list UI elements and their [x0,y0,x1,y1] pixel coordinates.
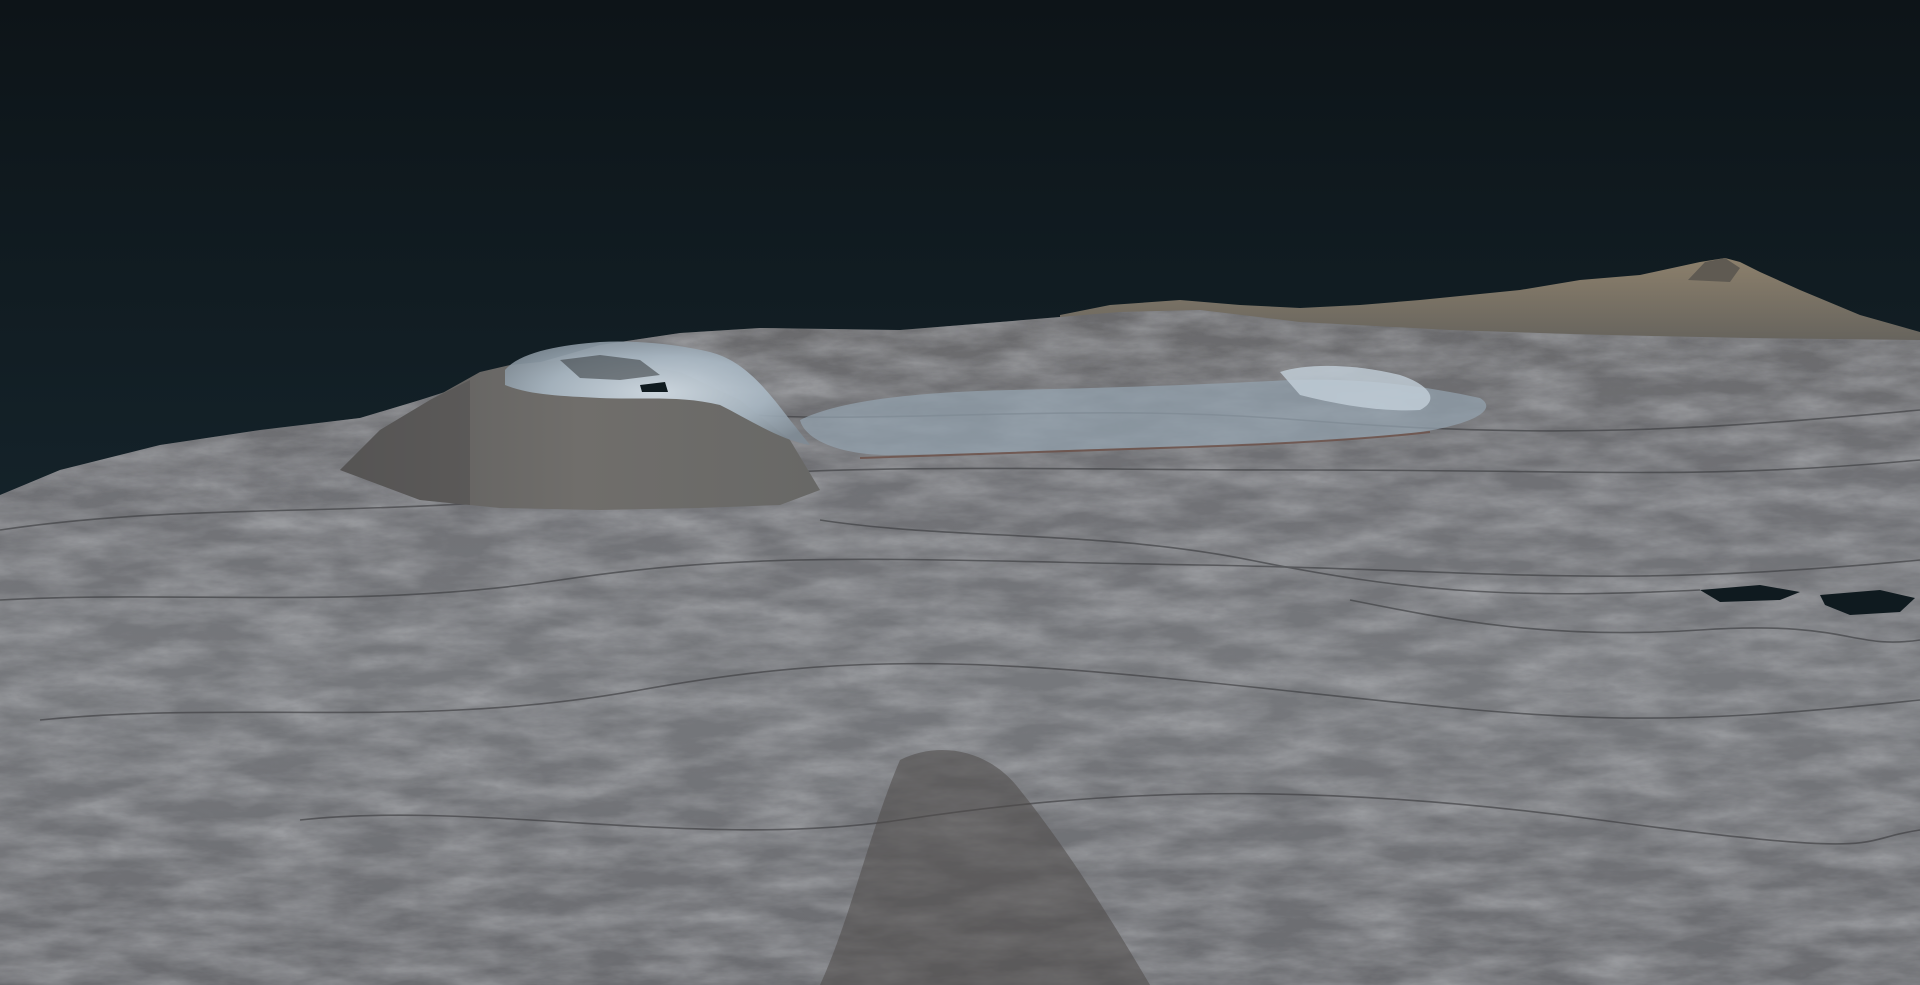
3d-point-cloud-viewport[interactable] [0,0,1920,985]
terrain-render [0,0,1920,985]
